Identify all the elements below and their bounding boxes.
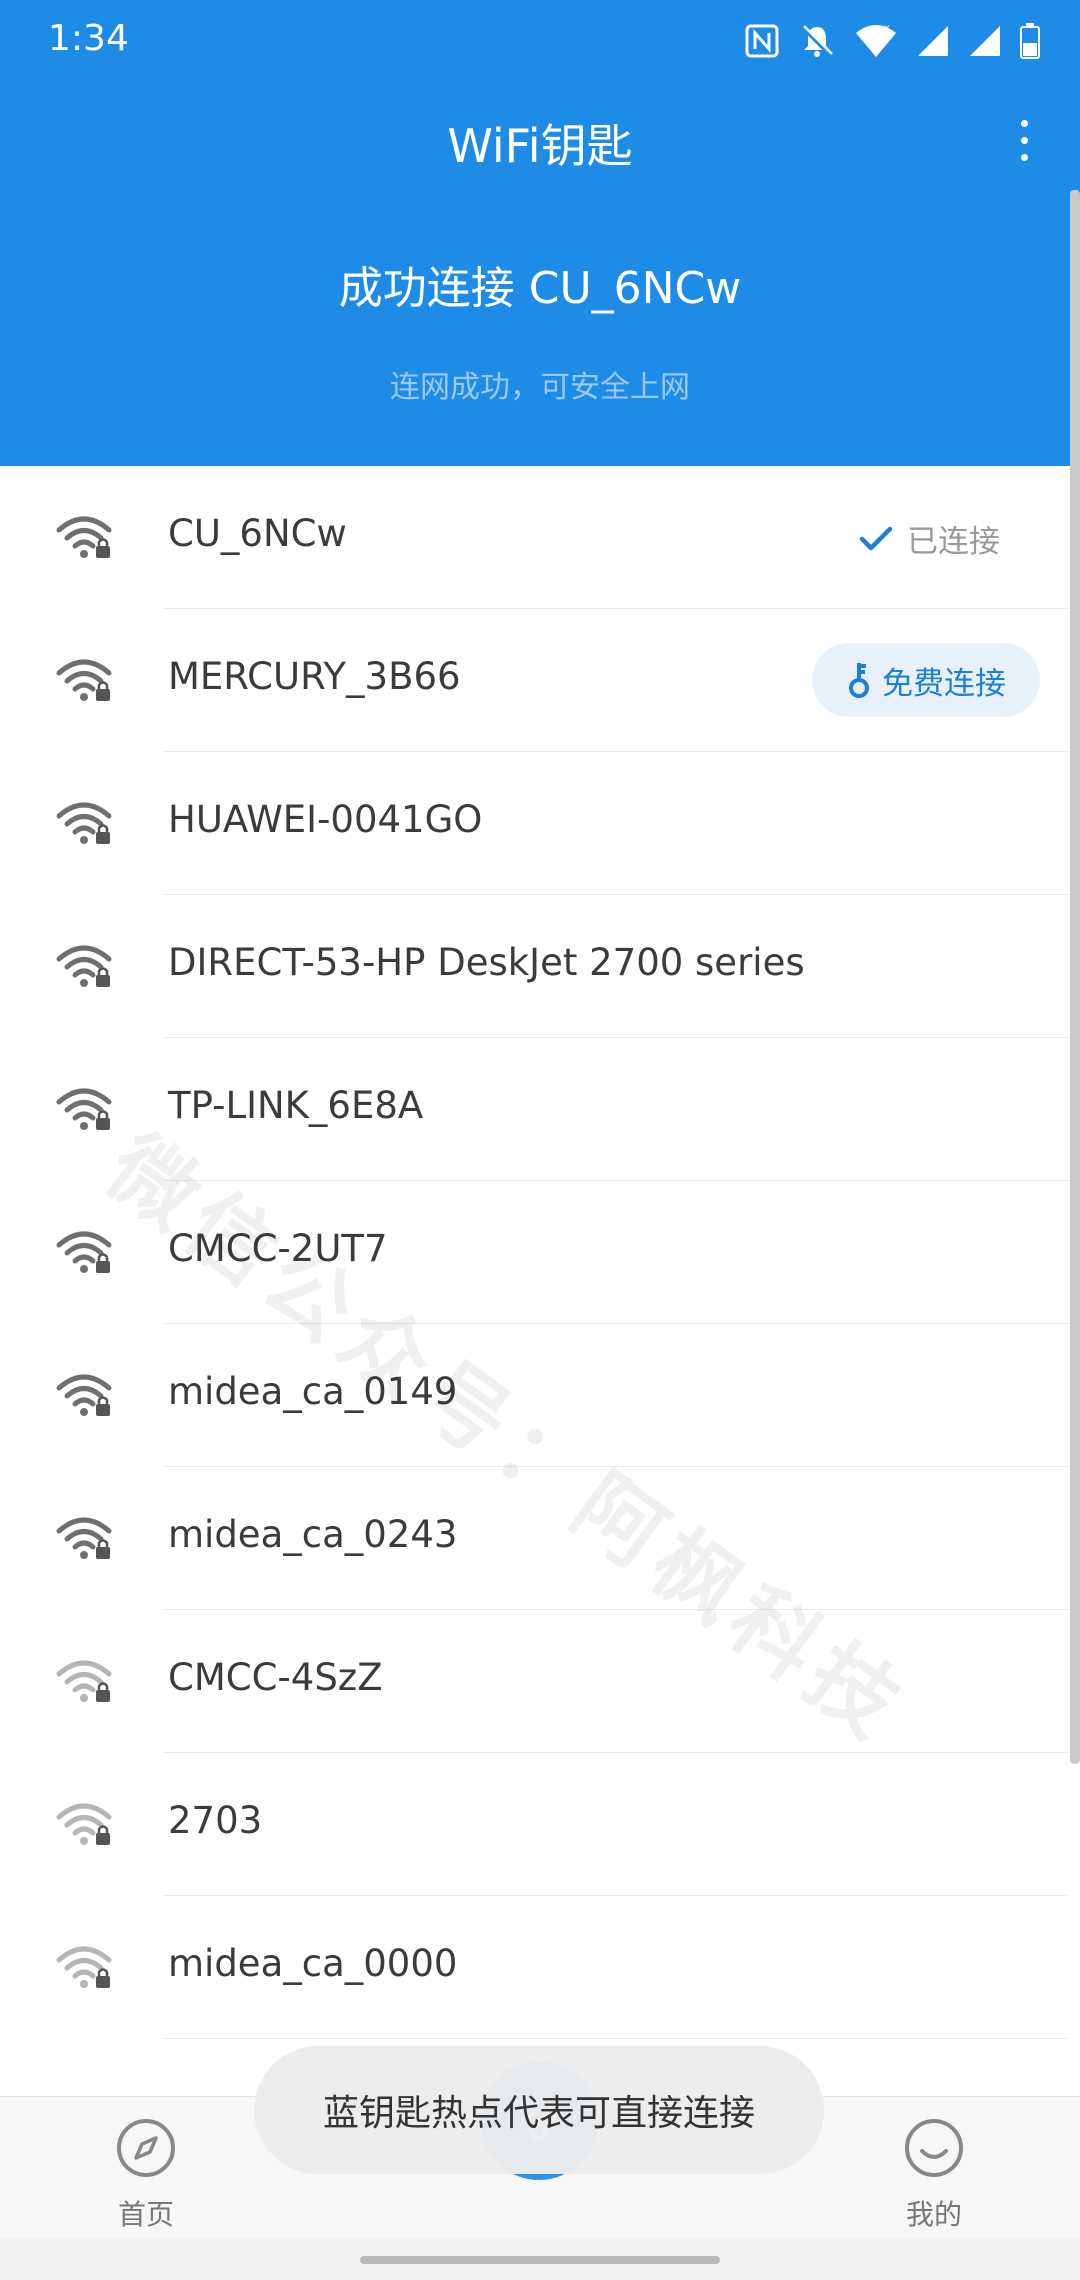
wifi-lock-icon: [56, 1372, 112, 1418]
toast: 蓝钥匙热点代表可直接连接: [254, 2046, 824, 2174]
smiley-icon: [905, 2119, 963, 2177]
wifi-name: MERCURY_3B66: [168, 655, 461, 698]
app-title: WiFi钥匙: [447, 119, 633, 173]
status-icons: x: [744, 20, 1040, 62]
nav-mine[interactable]: 我的: [864, 2117, 1004, 2233]
wifi-lock-icon: [56, 1801, 112, 1847]
wifi-name: CMCC-2UT7: [168, 1227, 388, 1270]
compass-icon: [117, 2119, 175, 2177]
dot-icon: [1020, 119, 1028, 127]
free-connect-button[interactable]: 免费连接: [812, 643, 1040, 717]
wifi-row[interactable]: HUAWEI-0041GO: [0, 752, 1070, 895]
divider: [164, 2038, 1070, 2039]
wifi-list: CU_6NCw 已连接 MERCURY_3B66 免费连接 HUAWEI-0041GO D…: [0, 466, 1080, 2039]
connection-subtitle: 连网成功，可安全上网: [390, 370, 690, 405]
dot-icon: [1020, 136, 1028, 144]
dot-icon: [1020, 153, 1028, 161]
wifi-lock-icon: [56, 1229, 112, 1275]
svg-text:x: x: [884, 23, 890, 34]
mute-bell-icon: [801, 25, 833, 57]
nfc-icon: [745, 24, 779, 58]
connection-title: 成功连接 CU_6NCw: [338, 263, 742, 314]
wifi-lock-icon: [56, 800, 112, 846]
status-time: 1:34: [48, 18, 129, 59]
wifi-status-icon: x: [856, 23, 896, 57]
wifi-name: midea_ca_0243: [168, 1513, 458, 1556]
signal-icon: [918, 26, 948, 56]
wifi-row[interactable]: DIRECT-53-HP DeskJet 2700 series: [0, 895, 1070, 1038]
wifi-row[interactable]: MERCURY_3B66 免费连接: [0, 609, 1070, 752]
wifi-lock-icon: [56, 1658, 112, 1704]
wifi-row[interactable]: midea_ca_0149: [0, 1324, 1070, 1467]
wifi-row[interactable]: CMCC-4SzZ: [0, 1610, 1070, 1753]
nav-mine-label: 我的: [905, 2198, 962, 2231]
wifi-row[interactable]: CMCC-2UT7: [0, 1181, 1070, 1324]
wifi-lock-icon: [56, 1086, 112, 1132]
wifi-name: 2703: [168, 1799, 263, 1842]
wifi-lock-icon: [56, 657, 112, 703]
wifi-name: TP-LINK_6E8A: [168, 1084, 424, 1127]
wifi-row[interactable]: CU_6NCw 已连接: [0, 466, 1070, 609]
connected-label: 已连接: [907, 524, 1000, 560]
nav-home-label: 首页: [117, 2198, 174, 2231]
connected-status: 已连接: [859, 516, 1000, 561]
toast-text: 蓝钥匙热点代表可直接连接: [322, 2093, 755, 2134]
wifi-row[interactable]: midea_ca_0000: [0, 1896, 1070, 2039]
wifi-row[interactable]: midea_ca_0243: [0, 1467, 1070, 1610]
wifi-name: CU_6NCw: [168, 512, 347, 555]
wifi-name: midea_ca_0000: [168, 1942, 458, 1985]
wifi-name: CMCC-4SzZ: [168, 1656, 383, 1699]
wifi-lock-icon: [56, 943, 112, 989]
wifi-name: HUAWEI-0041GO: [168, 798, 483, 841]
wifi-lock-icon: [56, 514, 112, 560]
wifi-row[interactable]: 2703: [0, 1753, 1070, 1896]
app-bar: WiFi钥匙: [0, 84, 1080, 196]
free-connect-label: 免费连接: [882, 665, 1006, 702]
status-bar: 1:34 x: [0, 0, 1080, 84]
checkmark-icon: [859, 526, 893, 550]
nav-home[interactable]: 首页: [76, 2117, 216, 2233]
wifi-name: DIRECT-53-HP DeskJet 2700 series: [168, 941, 805, 984]
wifi-name: midea_ca_0149: [168, 1370, 458, 1413]
wifi-lock-icon: [56, 1944, 112, 1990]
wifi-lock-icon: [56, 1515, 112, 1561]
wifi-row[interactable]: TP-LINK_6E8A: [0, 1038, 1070, 1181]
gesture-bar[interactable]: [360, 2256, 720, 2264]
header: 1:34 x WiFi钥匙 成功连接 CU_6NCw 连网成功，可安全上网: [0, 0, 1080, 466]
signal-2-icon: [970, 26, 1000, 56]
battery-icon: [1020, 23, 1040, 59]
scrollbar[interactable]: [1070, 190, 1080, 1764]
key-icon: [849, 663, 869, 698]
more-options-button[interactable]: [992, 100, 1056, 180]
